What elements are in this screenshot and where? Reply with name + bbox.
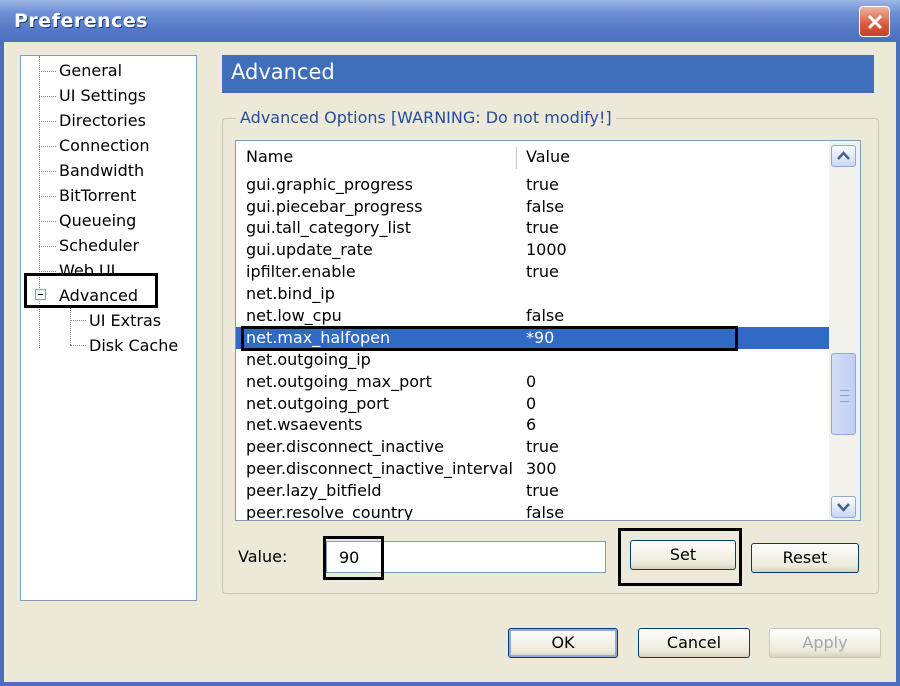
title-bar[interactable]: Preferences [0,0,900,42]
panel-title: Advanced [231,60,335,84]
table-row[interactable]: ipfilter.enable true [236,261,831,283]
table-row[interactable]: net.outgoing_ip [236,349,831,371]
row-name: gui.update_rate [246,240,373,259]
table-row[interactable]: gui.update_rate 1000 [236,239,831,261]
row-value: true [526,481,559,500]
table-row[interactable]: net.low_cpu false [236,305,831,327]
tree-connector [39,96,56,97]
tree-connector [39,171,56,172]
scroll-down-button[interactable] [831,496,856,518]
tree-connector [39,71,56,72]
ok-button[interactable]: OK [508,628,618,658]
row-name: peer.lazy_bitfield [246,481,382,500]
group-label: Advanced Options [WARNING: Do not modify… [236,108,616,127]
close-icon [867,14,883,30]
row-value: true [526,218,559,237]
row-value: 0 [526,394,537,413]
row-name: peer.disconnect_inactive_interval [246,459,513,478]
scroll-thumb[interactable] [831,353,856,435]
table-row[interactable]: peer.lazy_bitfield true [236,480,831,502]
row-value: false [526,503,565,521]
grip-icon [840,390,849,402]
window-frame-bottom [0,682,900,686]
panel-header: Advanced [222,55,874,93]
category-tree[interactable]: General UI Settings Directories Connecti… [20,55,197,601]
row-value: true [526,175,559,194]
tree-item-disk-cache[interactable]: Disk Cache [89,336,178,355]
tree-connector [39,246,56,247]
tree-item-general[interactable]: General [59,61,122,80]
tree-connector [39,196,56,197]
row-value: true [526,262,559,281]
tree-item-connection[interactable]: Connection [59,136,150,155]
row-value: 300 [526,459,557,478]
table-row[interactable]: gui.tall_category_list true [236,217,831,239]
row-value: 1000 [526,240,567,259]
table-row[interactable]: net.bind_ip [236,283,831,305]
tree-item-bittorrent[interactable]: BitTorrent [59,186,136,205]
window-title: Preferences [14,10,149,32]
table-row[interactable]: net.outgoing_max_port 0 [236,371,831,393]
tree-connector [39,146,56,147]
cancel-button[interactable]: Cancel [638,628,750,658]
column-separator[interactable] [516,147,517,169]
table-row[interactable]: gui.graphic_progress true [236,174,831,196]
row-value: 0 [526,372,537,391]
row-name: peer.disconnect_inactive [246,437,444,456]
table-row[interactable]: peer.disconnect_inactive true [236,436,831,458]
row-name: net.outgoing_max_port [246,372,432,391]
close-button[interactable] [859,6,890,37]
tree-item-bandwidth[interactable]: Bandwidth [59,161,144,180]
scroll-up-button[interactable] [831,145,856,167]
row-value: false [526,197,565,216]
table-row[interactable]: peer.resolve_country false [236,502,831,521]
tree-item-queueing[interactable]: Queueing [59,211,136,230]
value-label: Value: [238,547,288,566]
column-header-name[interactable]: Name [246,147,293,166]
tree-connector [39,221,56,222]
row-name: gui.graphic_progress [246,175,413,194]
row-name: net.bind_ip [246,284,335,303]
row-name: net.low_cpu [246,306,342,325]
annotation-box-set [618,528,742,586]
annotation-box-selected-row [241,326,738,351]
tree-connector [70,306,71,345]
row-value: 6 [526,415,537,434]
row-name: gui.piecebar_progress [246,197,423,216]
chevron-up-icon [837,151,850,160]
row-name: net.wsaevents [246,415,363,434]
row-name: ipfilter.enable [246,262,356,281]
column-header-value[interactable]: Value [526,147,570,166]
tree-connector [39,271,56,272]
table-row[interactable]: net.wsaevents 6 [236,414,831,436]
chevron-down-icon [837,503,850,512]
tree-item-scheduler[interactable]: Scheduler [59,236,139,255]
table-row[interactable]: peer.disconnect_inactive_interval 300 [236,458,831,480]
apply-button[interactable]: Apply [769,628,881,658]
tree-item-ui-extras[interactable]: UI Extras [89,311,161,330]
vertical-scrollbar[interactable] [829,141,860,520]
tree-connector [70,345,86,346]
window-frame-right [896,42,900,686]
row-name: gui.tall_category_list [246,218,412,237]
row-value: true [526,437,559,456]
table-row[interactable]: gui.piecebar_progress false [236,196,831,218]
row-name: peer.resolve_country [246,503,414,521]
window-frame-left [0,42,4,686]
tree-item-ui-settings[interactable]: UI Settings [59,86,146,105]
preferences-window: Preferences General UI Settings Director… [0,0,900,686]
table-row[interactable]: net.outgoing_port 0 [236,393,831,415]
row-value: false [526,306,565,325]
reset-button[interactable]: Reset [751,543,859,573]
annotation-box-advanced [24,273,158,308]
tree-item-directories[interactable]: Directories [59,111,146,130]
row-name: net.outgoing_ip [246,350,371,369]
annotation-box-value [323,536,384,580]
tree-connector [70,320,86,321]
row-name: net.outgoing_port [246,394,390,413]
tree-connector [39,121,56,122]
